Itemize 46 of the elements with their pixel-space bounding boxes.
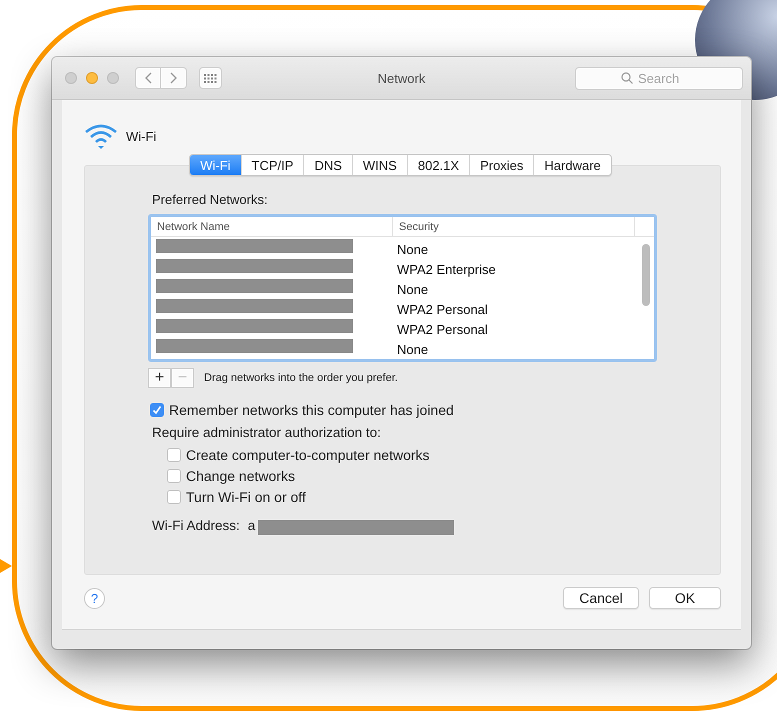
section-label: Require administrator authorization to: [152, 425, 382, 440]
tab[interactable]: DNS [303, 155, 352, 175]
column-header[interactable]: Network Name [151, 217, 393, 236]
minimize-button[interactable] [86, 72, 98, 84]
checkbox-label: Change networks [186, 468, 295, 484]
table-cell: WPA2 Enterprise [397, 262, 496, 276]
search-icon [621, 72, 633, 84]
add-button[interactable]: + [148, 368, 171, 388]
tab[interactable]: Proxies [469, 155, 534, 175]
grid-icon [204, 74, 217, 82]
zoom-button[interactable] [107, 72, 119, 84]
checkbox[interactable] [167, 490, 181, 504]
checkbox[interactable] [167, 448, 181, 462]
tab[interactable]: Hardware [533, 155, 611, 175]
tab[interactable]: WINS [352, 155, 407, 175]
tab[interactable]: 802.1X [406, 155, 470, 175]
chevron-right-icon [170, 72, 178, 84]
table-cell: WPA2 Personal [397, 302, 488, 316]
address-label: Wi-Fi Address: [152, 518, 240, 533]
hint-text: Drag networks into the order you prefer. [204, 372, 398, 384]
forward-button[interactable] [161, 67, 187, 89]
table-cell: None [397, 282, 428, 296]
ok-button[interactable]: OK [649, 587, 721, 609]
close-button[interactable] [65, 72, 77, 84]
chevron-left-icon [144, 72, 152, 84]
table-cell: None [397, 342, 428, 356]
checkbox-label: Turn Wi-Fi on or off [186, 488, 306, 504]
window-title: Network [378, 70, 426, 86]
address-value: a [248, 518, 256, 533]
help-button[interactable]: ? [84, 588, 105, 608]
tab[interactable]: TCP/IP [240, 155, 304, 175]
checkbox-label: Create computer-to-computer networks [186, 446, 430, 462]
wifi-icon [84, 123, 118, 149]
checkbox[interactable] [150, 402, 164, 416]
search-field[interactable]: Search [575, 66, 743, 90]
service-name: Wi-Fi [126, 128, 156, 144]
table-cell: WPA2 Personal [397, 322, 488, 336]
back-button[interactable] [135, 67, 161, 89]
cancel-button[interactable]: Cancel [563, 587, 639, 609]
table-cell: None [397, 242, 428, 256]
show-all-button[interactable] [199, 67, 222, 89]
checkbox[interactable] [167, 468, 181, 482]
section-label: Preferred Networks: [152, 192, 269, 207]
checkbox-label: Remember networks this computer has joined [169, 402, 454, 418]
column-header[interactable]: Security [393, 217, 635, 236]
scrollbar-thumb[interactable] [642, 244, 650, 306]
